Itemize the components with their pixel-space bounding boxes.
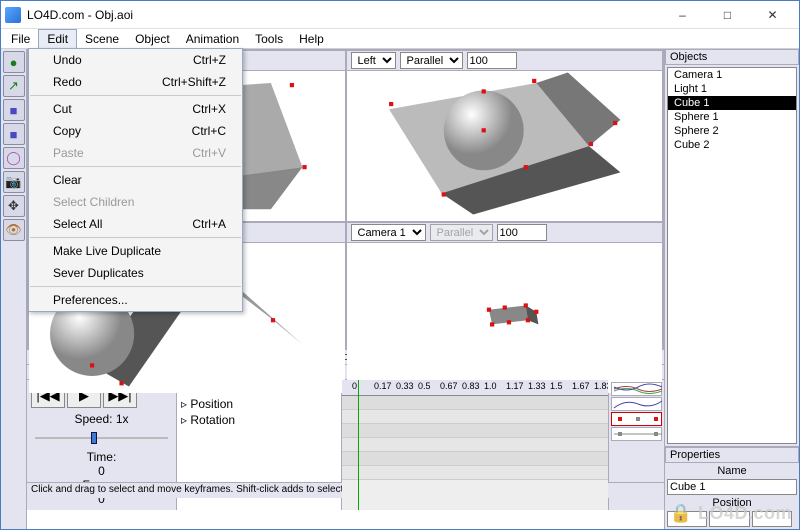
playhead[interactable] (358, 380, 359, 510)
tool-button-2[interactable]: ■ (3, 99, 25, 121)
prop-name-label: Name (667, 465, 797, 477)
ruler-tick: 0.83 (462, 381, 480, 391)
projection-select[interactable]: Parallel (400, 52, 463, 69)
edit-menu-popup: UndoCtrl+ZRedoCtrl+Shift+Z CutCtrl+XCopyC… (28, 48, 243, 312)
view-select[interactable]: Camera 1 (351, 224, 426, 241)
timeline-ruler[interactable]: 0 0.17 0.33 0.5 0.67 0.83 1.0 1.17 1.33 1.5 1.67 1.… (342, 380, 608, 396)
tool-button-1[interactable]: ↗ (3, 75, 25, 97)
ruler-tick: 1.17 (506, 381, 524, 391)
curve-mode-1[interactable] (611, 382, 662, 396)
tool-button-5[interactable]: 📷 (3, 171, 25, 193)
menu-edit[interactable]: Edit (38, 29, 77, 49)
right-panel: Objects Camera 1Light 1Cube 1Sphere 1Sph… (664, 49, 799, 529)
menu-item-select-all[interactable]: Select AllCtrl+A (29, 213, 242, 235)
menu-item-paste: PasteCtrl+V (29, 142, 242, 164)
titlebar: LO4D.com - Obj.aoi – □ ✕ (1, 1, 799, 29)
curve-mode-3[interactable] (611, 412, 662, 426)
menu-item-make-live-duplicate[interactable]: Make Live Duplicate (29, 240, 242, 262)
zoom-input[interactable] (467, 52, 517, 69)
tool-strip: ●↗■■◯📷✥👁 (1, 49, 27, 529)
speed-slider-thumb[interactable] (91, 432, 97, 444)
menu-item-sever-duplicates[interactable]: Sever Duplicates (29, 262, 242, 284)
object-item[interactable]: Camera 1 (668, 68, 796, 82)
menu-item-cut[interactable]: CutCtrl+X (29, 98, 242, 120)
ruler-tick: 0.17 (374, 381, 392, 391)
projection-select[interactable]: Parallel (430, 224, 493, 241)
ruler-tick: 1.0 (484, 381, 497, 391)
menu-animation[interactable]: Animation (178, 30, 247, 48)
menu-tools[interactable]: Tools (247, 30, 291, 48)
window-title: LO4D.com - Obj.aoi (27, 8, 660, 22)
speed-value: 1x (116, 412, 129, 426)
close-button[interactable]: ✕ (750, 2, 795, 28)
objects-panel-header: Objects (665, 49, 799, 65)
menu-item-undo[interactable]: UndoCtrl+Z (29, 49, 242, 71)
ruler-tick: 0 (352, 381, 357, 391)
object-item[interactable]: Sphere 1 (668, 110, 796, 124)
object-item[interactable]: Sphere 2 (668, 124, 796, 138)
tool-button-3[interactable]: ■ (3, 123, 25, 145)
viewport-camera-1: Camera 1 Parallel (347, 223, 663, 393)
menu-item-select-children: Select Children (29, 191, 242, 213)
ruler-tick: 0.67 (440, 381, 458, 391)
viewport-canvas[interactable] (347, 243, 663, 393)
prop-pos-z[interactable] (752, 511, 792, 527)
prop-pos-x[interactable] (667, 511, 707, 527)
view-select[interactable]: Left (351, 52, 396, 69)
objects-list[interactable]: Camera 1Light 1Cube 1Sphere 1Sphere 2Cub… (667, 67, 797, 444)
tool-button-0[interactable]: ● (3, 51, 25, 73)
menubar: FileEditSceneObjectAnimationToolsHelp (1, 29, 799, 49)
tool-button-6[interactable]: ✥ (3, 195, 25, 217)
window-buttons: – □ ✕ (660, 2, 795, 28)
ruler-tick: 1.5 (550, 381, 563, 391)
minimize-button[interactable]: – (660, 2, 705, 28)
viewport-canvas[interactable] (347, 71, 663, 221)
menu-item-preferences-[interactable]: Preferences... (29, 289, 242, 311)
timeline[interactable]: 0 0.17 0.33 0.5 0.67 0.83 1.0 1.17 1.33 1.5 1.67 1.… (342, 380, 608, 510)
ruler-tick: 0.33 (396, 381, 414, 391)
time-value: 0 (98, 464, 105, 478)
properties-panel: Properties Name Position (665, 446, 799, 529)
menu-item-redo[interactable]: RedoCtrl+Shift+Z (29, 71, 242, 93)
track-name[interactable]: ▹ Rotation (177, 412, 341, 428)
menu-help[interactable]: Help (291, 30, 332, 48)
zoom-input[interactable] (497, 224, 547, 241)
track-name[interactable]: ▹ Position (177, 396, 341, 412)
app-icon (5, 7, 21, 23)
object-item[interactable]: Light 1 (668, 82, 796, 96)
tool-button-4[interactable]: ◯ (3, 147, 25, 169)
time-label: Time: (87, 450, 117, 464)
object-item[interactable]: Cube 2 (668, 138, 796, 152)
ruler-tick: 1.33 (528, 381, 546, 391)
menu-scene[interactable]: Scene (77, 30, 127, 48)
maximize-button[interactable]: □ (705, 2, 750, 28)
tool-button-7[interactable]: 👁 (3, 219, 25, 241)
speed-label: Speed: (74, 412, 112, 426)
ruler-tick: 1.83 (594, 381, 608, 391)
properties-panel-header: Properties (665, 447, 799, 463)
menu-item-copy[interactable]: CopyCtrl+C (29, 120, 242, 142)
prop-pos-y[interactable] (709, 511, 749, 527)
viewport-left: Left Parallel (347, 51, 663, 221)
curve-mode-2[interactable] (611, 397, 662, 411)
curve-mode-4[interactable] (611, 427, 662, 441)
prop-position-label: Position (667, 497, 797, 509)
ruler-tick: 1.67 (572, 381, 590, 391)
ruler-tick: 0.5 (418, 381, 431, 391)
prop-name-input[interactable] (667, 479, 797, 495)
menu-item-clear[interactable]: Clear (29, 169, 242, 191)
menu-object[interactable]: Object (127, 30, 178, 48)
object-item[interactable]: Cube 1 (668, 96, 796, 110)
menu-file[interactable]: File (3, 30, 38, 48)
